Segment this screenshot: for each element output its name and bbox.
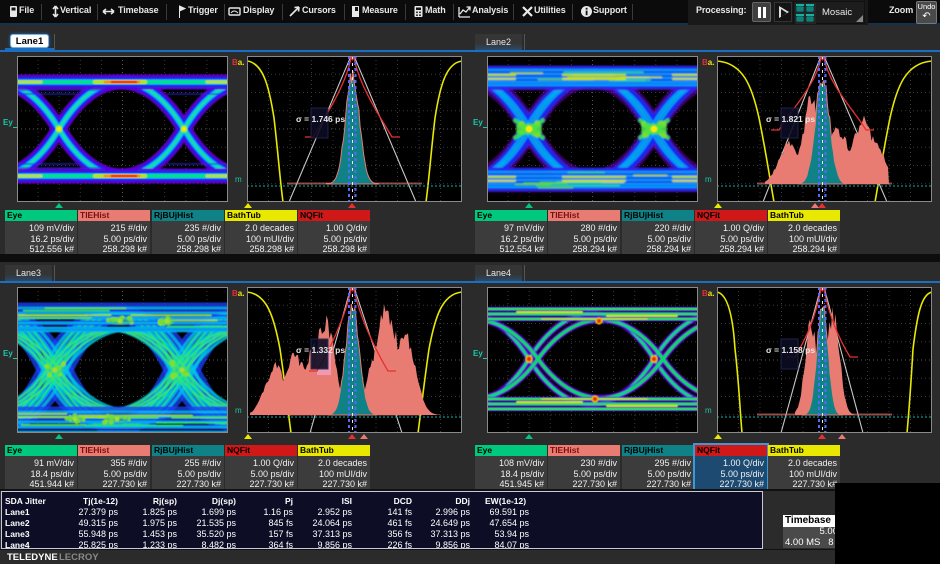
svg-text:σ = 1.746 ps: σ = 1.746 ps bbox=[296, 114, 345, 124]
svg-text:σ = 1.332 ps: σ = 1.332 ps bbox=[296, 345, 345, 355]
svg-text:σ = 1.821 ps: σ = 1.821 ps bbox=[766, 114, 815, 124]
svg-text:σ = 1.158 ps: σ = 1.158 ps bbox=[766, 345, 815, 355]
